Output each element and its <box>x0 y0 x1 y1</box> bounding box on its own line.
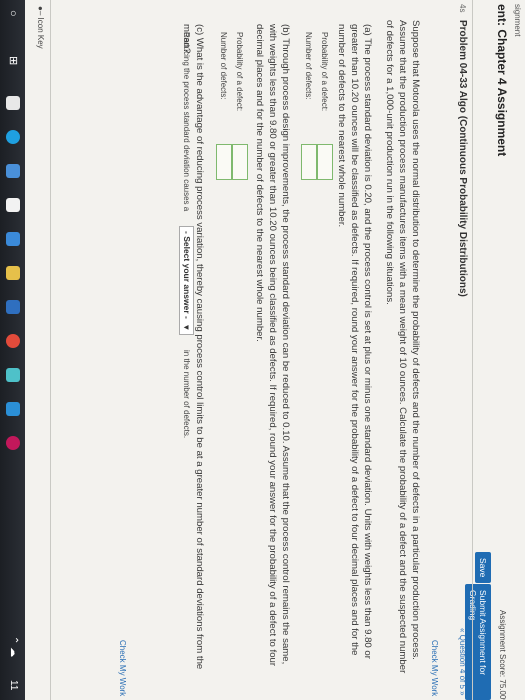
key-icon: ●– <box>36 6 45 16</box>
part-a-probability-input[interactable] <box>317 144 333 180</box>
system-tray-icons[interactable]: ⌃ ☁ <box>8 636 19 657</box>
edge-icon[interactable] <box>6 130 20 144</box>
part-b-defects-label: Number of defects: <box>219 32 228 100</box>
problem-prefix: 4s <box>458 4 467 13</box>
app-icon[interactable] <box>6 368 20 382</box>
question-navigator[interactable]: « Question 4 of 5 » <box>458 628 467 696</box>
part-b-defects-input[interactable] <box>216 144 232 180</box>
icon-key-link[interactable]: ●– Icon Key <box>36 6 45 49</box>
part-b-text: (b) Through process design improvements,… <box>254 24 291 667</box>
part-a-defects-input[interactable] <box>301 144 317 180</box>
outlook-icon[interactable] <box>6 402 20 416</box>
part-a-probability-label: Probability of a defect: <box>320 32 329 112</box>
problem-title: Problem 04-33 Algo (Continuous Probabili… <box>457 20 468 297</box>
cortana-circle-icon[interactable]: ○ <box>7 10 19 17</box>
part-c-sentence-end: in the number of defects. <box>182 350 191 439</box>
problem-intro: Suppose that Motorola uses the normal di… <box>384 20 421 674</box>
submit-assignment-button[interactable]: Submit Assignment for Grading <box>465 584 491 700</box>
check-my-work-link-top[interactable]: Check My Work <box>430 640 439 696</box>
itunes-icon[interactable] <box>6 436 20 450</box>
part-a-text: (a) The process standard deviation is 0.… <box>336 24 373 659</box>
part-c-sentence-start: Reducing the process standard deviation … <box>182 32 191 212</box>
chrome-icon[interactable] <box>6 334 20 348</box>
part-c-select-label: - Select your answer - <box>182 231 192 319</box>
mail-icon[interactable] <box>6 232 20 246</box>
task-view-icon[interactable]: ⊞ <box>7 56 20 65</box>
word-icon[interactable] <box>6 300 20 314</box>
photo-frame: signment ent: Chapter 4 Assignment Assig… <box>0 0 525 700</box>
clock-partial[interactable]: 11 <box>8 680 19 690</box>
assignment-title: ent: Chapter 4 Assignment <box>495 4 509 157</box>
group-icon[interactable] <box>6 164 20 178</box>
windows-taskbar: ○ ⊞ ⌃ ☁ 11 <box>0 0 25 700</box>
assignment-score: Assignment Score: 75.00% <box>498 610 507 700</box>
file-explorer-icon[interactable] <box>6 266 20 280</box>
photos-icon[interactable] <box>6 198 20 212</box>
browser-screen: signment ent: Chapter 4 Assignment Assig… <box>0 0 525 700</box>
part-b-probability-input[interactable] <box>232 144 248 180</box>
chevron-down-icon: ▾ <box>182 325 192 330</box>
part-a-defects-label: Number of defects: <box>304 32 313 100</box>
check-my-work-link-bottom[interactable]: Check My Work <box>118 640 127 696</box>
assignment-breadcrumb[interactable]: signment <box>513 4 522 36</box>
part-b-probability-label: Probability of a defect: <box>235 32 244 112</box>
save-button[interactable]: Save <box>475 552 491 584</box>
part-c-answer-select[interactable]: - Select your answer - ▾ <box>179 226 194 335</box>
store-icon[interactable] <box>6 96 20 110</box>
